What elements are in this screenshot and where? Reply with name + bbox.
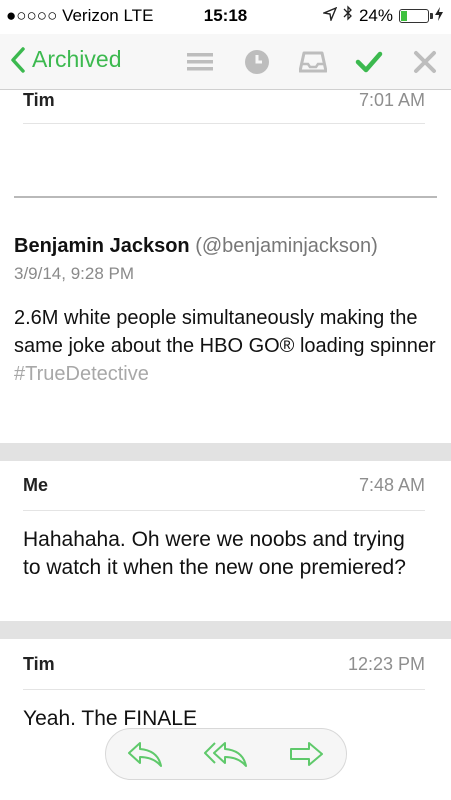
- clock-icon[interactable]: [243, 48, 271, 76]
- menu-icon[interactable]: [186, 48, 214, 76]
- forward-icon[interactable]: [288, 740, 326, 768]
- battery-percent: 24%: [358, 5, 393, 25]
- quote-divider: [14, 196, 437, 198]
- check-icon[interactable]: [355, 48, 383, 76]
- author-name: Benjamin Jackson: [14, 235, 190, 257]
- tray-icon[interactable]: [299, 48, 327, 76]
- charging-icon: [435, 6, 443, 26]
- sender-name: Tim: [23, 654, 55, 674]
- battery-fill: [401, 10, 408, 21]
- divider: [23, 689, 425, 690]
- quoted-tweet[interactable]: Benjamin Jackson (@benjaminjackson) 3/9/…: [14, 235, 437, 388]
- chevron-left-icon: [11, 46, 25, 73]
- tweet-text: 2.6M white people simultaneously making …: [14, 304, 437, 388]
- sender-name: Me: [23, 475, 49, 495]
- bluetooth-icon: [343, 5, 353, 26]
- reply-icon[interactable]: [126, 740, 164, 768]
- location-icon: [321, 6, 338, 26]
- status-bar: ●○○○○ Verizon LTE 15:18 24%: [0, 0, 451, 34]
- message-body: Hahahaha. Oh were we noobs and trying to…: [23, 528, 406, 579]
- message-header: Tim 7:01 AM: [23, 90, 425, 111]
- status-right: 24%: [321, 5, 443, 26]
- message-separator: [0, 621, 451, 639]
- action-toolbar: [105, 728, 347, 780]
- tweet-author: Benjamin Jackson (@benjaminjackson): [14, 235, 437, 258]
- hashtag-link[interactable]: #TrueDetective: [14, 363, 149, 385]
- divider: [23, 510, 425, 511]
- message-separator: [0, 443, 451, 461]
- back-label: Archived: [32, 46, 122, 72]
- close-icon[interactable]: [411, 48, 439, 76]
- reply-all-icon[interactable]: [203, 740, 249, 768]
- message-time: 7:01 AM: [358, 90, 425, 110]
- tweet-body: 2.6M white people simultaneously making …: [14, 307, 436, 357]
- author-handle: (@benjaminjackson): [195, 235, 378, 257]
- sender-name: Tim: [23, 90, 55, 110]
- tweet-date: 3/9/14, 9:28 PM: [14, 264, 135, 283]
- message-time: 7:48 AM: [358, 475, 425, 495]
- divider: [23, 123, 425, 124]
- back-button[interactable]: Archived: [10, 46, 121, 73]
- message-header: Me 7:48 AM: [23, 475, 425, 496]
- message-time: 12:23 PM: [347, 654, 425, 674]
- battery-icon: [399, 8, 433, 23]
- message-header: Tim 12:23 PM: [23, 654, 425, 675]
- thread: Tim 7:01 AM Benjamin Jackson (@benjaminj…: [0, 90, 451, 800]
- nav-bar: Archived: [0, 34, 451, 90]
